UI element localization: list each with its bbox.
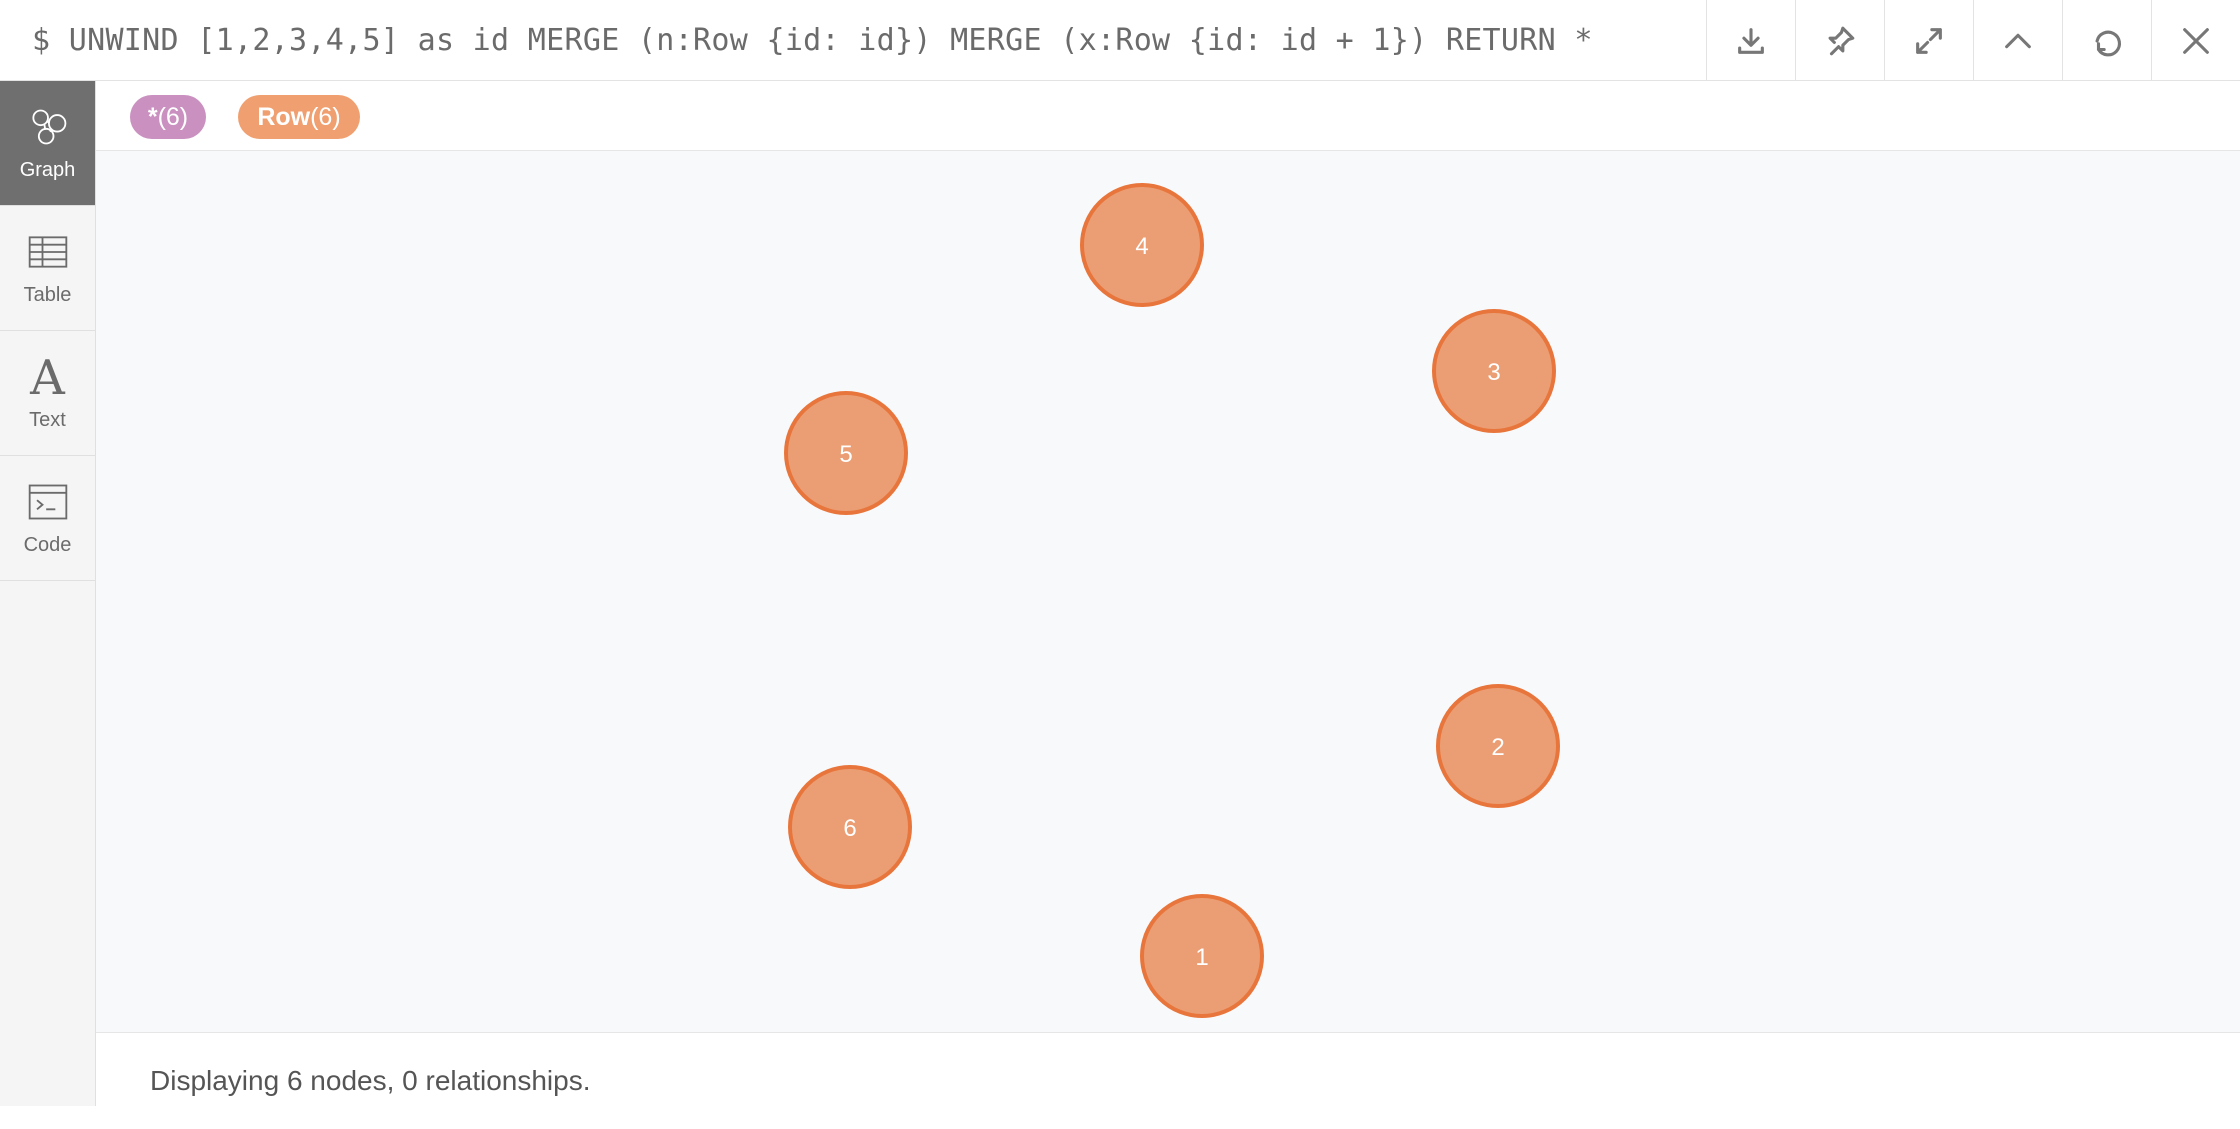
legend-label: * [147, 102, 158, 131]
graph-svg[interactable]: 4 3 5 2 6 1 [96, 151, 2240, 1033]
close-button[interactable] [2151, 0, 2240, 81]
graph-node[interactable]: 4 [1080, 183, 1204, 307]
legend-pill-all-nodes[interactable]: * (6) [130, 95, 206, 139]
graph-node[interactable]: 3 [1432, 309, 1556, 433]
node-label: 5 [839, 441, 852, 468]
pin-icon [1828, 26, 1855, 55]
fullscreen-button[interactable] [1884, 0, 1973, 81]
legend-label: Row [257, 102, 311, 131]
node-label: 1 [1195, 944, 1208, 971]
frame-actions [1706, 0, 2240, 81]
graph-node[interactable]: 6 [788, 765, 912, 889]
table-icon [28, 235, 67, 268]
legend-count: (6) [157, 102, 189, 131]
graph-node[interactable]: 5 [784, 391, 908, 515]
view-sidebar: Graph Table A Text Code [0, 81, 96, 1106]
graph-node[interactable]: 1 [1140, 894, 1264, 1018]
sidebar-item-label: Graph [19, 158, 76, 181]
sidebar-item-label: Table [23, 283, 72, 306]
legend-pill-row[interactable]: Row (6) [238, 95, 360, 139]
legend-count: (6) [310, 102, 341, 131]
pin-button[interactable] [1795, 0, 1884, 81]
node-label: 4 [1135, 233, 1148, 260]
collapse-icon [2005, 33, 2031, 48]
sidebar-item-text[interactable]: A Text [0, 331, 95, 456]
graph-node[interactable]: 2 [1436, 684, 1560, 808]
result-frame-header: $ UNWIND [1,2,3,4,5] as id MERGE (n:Row … [0, 0, 2240, 81]
rerun-button[interactable] [2062, 0, 2151, 81]
query-text[interactable]: $ UNWIND [1,2,3,4,5] as id MERGE (n:Row … [32, 0, 1593, 81]
sidebar-item-code[interactable]: Code [0, 456, 95, 581]
sidebar-item-label: Text [29, 408, 66, 431]
download-button[interactable] [1706, 0, 1795, 81]
close-icon [2183, 27, 2209, 54]
graph-canvas[interactable]: 4 3 5 2 6 1 [96, 151, 2240, 1033]
status-text: Displaying 6 nodes, 0 relationships. [150, 1065, 591, 1096]
code-icon [28, 484, 67, 519]
rerun-icon [2095, 30, 2122, 56]
download-icon [1738, 27, 1764, 54]
sidebar-item-graph[interactable]: Graph [0, 81, 95, 206]
node-label: 6 [843, 815, 856, 842]
expand-icon [1916, 27, 1942, 54]
graph-icon [31, 109, 66, 144]
sidebar-item-table[interactable]: Table [0, 206, 95, 331]
node-label: 2 [1491, 734, 1504, 761]
sidebar-item-label: Code [23, 533, 72, 556]
legend-bar: * (6) Row (6) [96, 81, 2240, 151]
text-icon: A [30, 349, 65, 406]
status-bar: Displaying 6 nodes, 0 relationships. [96, 1033, 2240, 1106]
collapse-button[interactable] [1973, 0, 2062, 81]
node-label: 3 [1487, 359, 1500, 386]
